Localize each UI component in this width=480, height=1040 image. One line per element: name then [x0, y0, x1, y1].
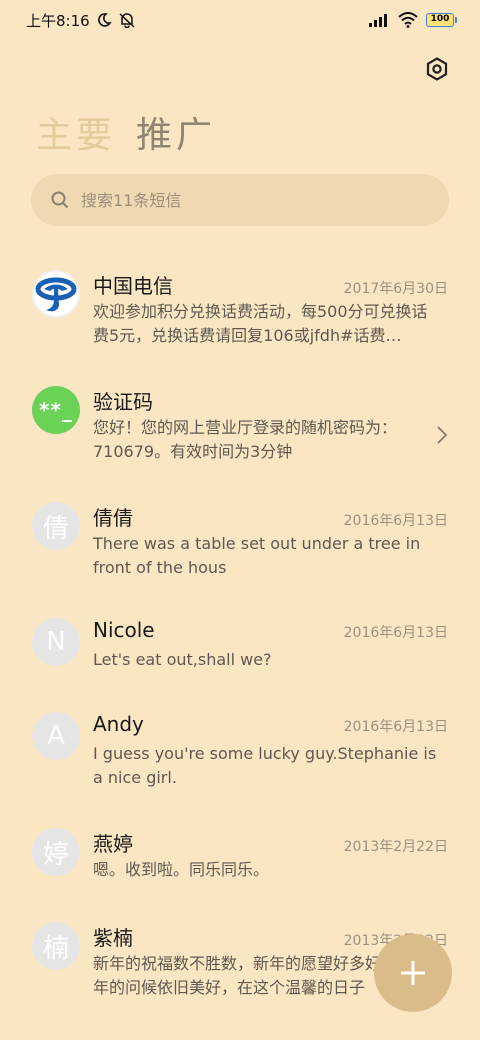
sender-name: 倩倩 — [93, 506, 133, 530]
sender-name: 燕婷 — [93, 832, 133, 856]
tab-primary[interactable]: 主要 — [36, 106, 116, 158]
list-item[interactable]: 中国电信 2017年6月30日 欢迎参加积分兑换话费活动，每500分可兑换话费5… — [0, 256, 480, 372]
message-content: 倩倩 2016年6月13日 There was a table set out … — [93, 502, 448, 604]
tab-promotions[interactable]: 推广 — [136, 106, 216, 158]
chevron-right-icon — [437, 426, 448, 444]
message-header: Andy 2016年6月13日 — [93, 712, 448, 742]
message-preview: 嗯。收到啦。同乐同乐。 — [93, 860, 270, 879]
message-preview: There was a table set out under a tree i… — [93, 534, 421, 577]
message-date: 2016年6月13日 — [343, 513, 448, 529]
message-preview: Let's eat out,shall we? — [93, 650, 272, 669]
tab-bar: 主要 推广 — [36, 106, 216, 158]
list-item[interactable]: N Nicole 2016年6月13日 Let's eat out,shall … — [0, 604, 480, 698]
avatar: **_ — [32, 386, 80, 434]
sender-name: 验证码 — [93, 390, 153, 414]
search-input[interactable] — [81, 190, 401, 210]
message-date: 2013年2月22日 — [343, 839, 448, 855]
status-bar: 上午8:16 100 — [0, 0, 480, 40]
search-bar[interactable] — [31, 174, 449, 226]
search-icon — [51, 191, 69, 209]
message-header: Nicole 2016年6月13日 — [93, 618, 448, 648]
china-telecom-icon — [32, 270, 80, 318]
avatar: N — [32, 618, 80, 666]
avatar: A — [32, 712, 80, 760]
battery-icon: 100 — [426, 13, 457, 27]
sender-name: 中国电信 — [93, 274, 173, 298]
message-date: 2016年6月13日 — [343, 625, 448, 641]
message-header: 燕婷 2013年2月22日 — [93, 828, 448, 858]
message-header: 中国电信 2017年6月30日 — [93, 270, 448, 300]
list-item[interactable]: A Andy 2016年6月13日 I guess you're some lu… — [0, 698, 480, 814]
list-item[interactable]: **_ 验证码 您好！您的网上营业厅登录的随机密码为：710679。有效时间为3… — [0, 372, 480, 488]
signal-icon — [369, 14, 387, 27]
avatar: 楠 — [32, 922, 80, 970]
list-item[interactable]: 倩 倩倩 2016年6月13日 There was a table set ou… — [0, 488, 480, 604]
compose-button[interactable] — [374, 934, 452, 1012]
message-content: 验证码 您好！您的网上营业厅登录的随机密码为：710679。有效时间为3分钟 — [93, 386, 448, 488]
status-time: 上午8:16 — [26, 11, 90, 30]
message-header: 倩倩 2016年6月13日 — [93, 502, 448, 532]
message-preview: I guess you're some lucky guy.Stephanie … — [93, 744, 437, 787]
wifi-icon — [398, 12, 418, 28]
plus-icon — [401, 961, 425, 985]
message-content: Nicole 2016年6月13日 Let's eat out,shall we… — [93, 618, 448, 698]
sender-name: Andy — [93, 712, 144, 736]
message-date: 2017年6月30日 — [343, 281, 448, 297]
status-right: 100 — [368, 12, 457, 28]
mute-icon — [119, 13, 135, 28]
message-preview: 欢迎参加积分兑换话费活动，每500分可兑换话费5元，兑换话费请回复106或jfd… — [93, 302, 428, 345]
settings-button[interactable] — [420, 52, 454, 86]
avatar: 婷 — [32, 828, 80, 876]
message-content: 中国电信 2017年6月30日 欢迎参加积分兑换话费活动，每500分可兑换话费5… — [93, 270, 448, 372]
sender-name: 紫楠 — [93, 926, 133, 950]
status-left: 上午8:16 — [26, 10, 136, 31]
china-telecom-logo — [32, 270, 80, 318]
list-item[interactable]: 婷 燕婷 2013年2月22日 嗯。收到啦。同乐同乐。 — [0, 814, 480, 908]
message-content: Andy 2016年6月13日 I guess you're some luck… — [93, 712, 448, 814]
message-preview: 您好！您的网上营业厅登录的随机密码为：710679。有效时间为3分钟 — [93, 418, 398, 461]
gear-icon — [426, 57, 448, 81]
message-header: 验证码 — [93, 386, 448, 416]
message-list: 中国电信 2017年6月30日 欢迎参加积分兑换话费活动，每500分可兑换话费5… — [0, 256, 480, 1024]
message-date: 2016年6月13日 — [343, 719, 448, 735]
avatar: 倩 — [32, 502, 80, 550]
sender-name: Nicole — [93, 618, 155, 642]
moon-icon — [97, 13, 112, 27]
message-content: 燕婷 2013年2月22日 嗯。收到啦。同乐同乐。 — [93, 828, 448, 908]
